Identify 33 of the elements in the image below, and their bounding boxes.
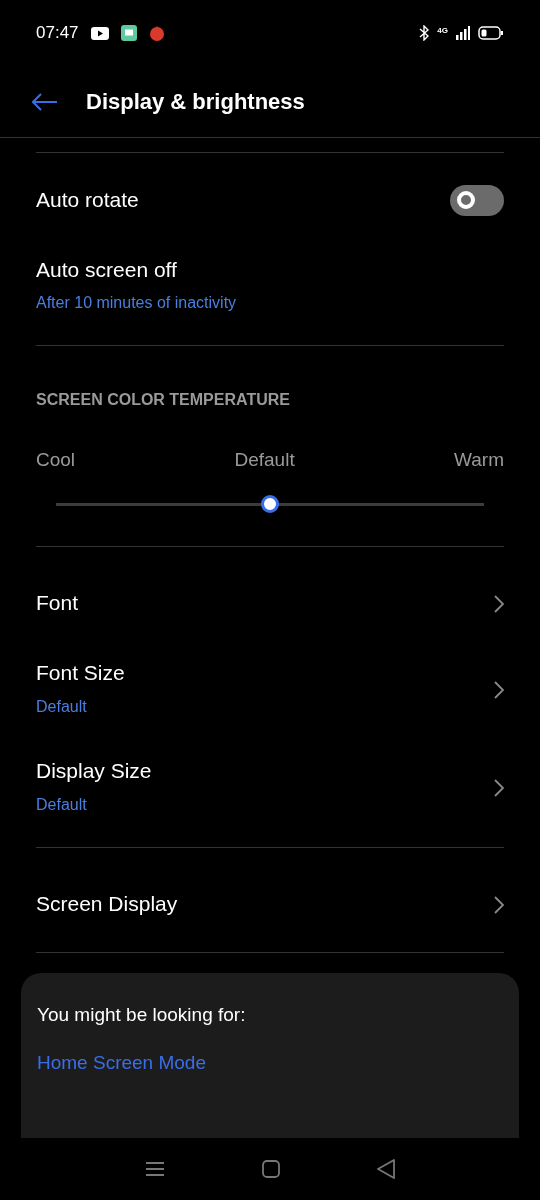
chevron-icon — [494, 680, 504, 699]
setting-label: Font Size — [36, 660, 125, 687]
setting-value: After 10 minutes of inactivity — [36, 293, 237, 314]
slider-label: Default — [234, 448, 295, 472]
suggestions-title: You might be looking for: — [37, 1002, 247, 1027]
slider-label: Warm — [454, 448, 504, 472]
suggestion-link[interactable]: Home Screen Mode — [37, 1049, 503, 1078]
menu-icon[interactable] — [144, 1161, 165, 1177]
page-title: Display & brightness — [86, 88, 305, 116]
bluetooth-icon — [419, 25, 430, 41]
home-icon[interactable] — [262, 1160, 280, 1178]
toggle-switch[interactable] — [450, 184, 504, 216]
back-icon[interactable] — [377, 1159, 396, 1179]
setting-label: Screen Display — [36, 891, 178, 918]
network-type: 4G — [437, 27, 448, 35]
slider-thumb[interactable] — [261, 494, 279, 513]
status-time: 07:47 — [36, 22, 79, 45]
back-arrow-icon[interactable] — [32, 92, 58, 111]
video-app-icon — [90, 26, 109, 40]
setting-label: Display Size — [36, 758, 152, 785]
chat-app-icon — [120, 25, 137, 41]
setting-label: Font — [36, 590, 79, 617]
setting-value: Default — [36, 794, 88, 815]
setting-value: Default — [36, 696, 88, 717]
battery-icon — [478, 26, 504, 40]
setting-label: Auto screen off — [36, 256, 178, 283]
signal-icon — [456, 26, 470, 40]
chevron-icon — [494, 594, 504, 613]
section-heading: SCREEN COLOR TEMPERATURE — [35, 390, 291, 410]
chevron-icon — [494, 778, 504, 797]
slider-label: Cool — [36, 448, 76, 472]
chevron-icon — [494, 895, 504, 914]
setting-label: Auto rotate — [36, 186, 139, 213]
